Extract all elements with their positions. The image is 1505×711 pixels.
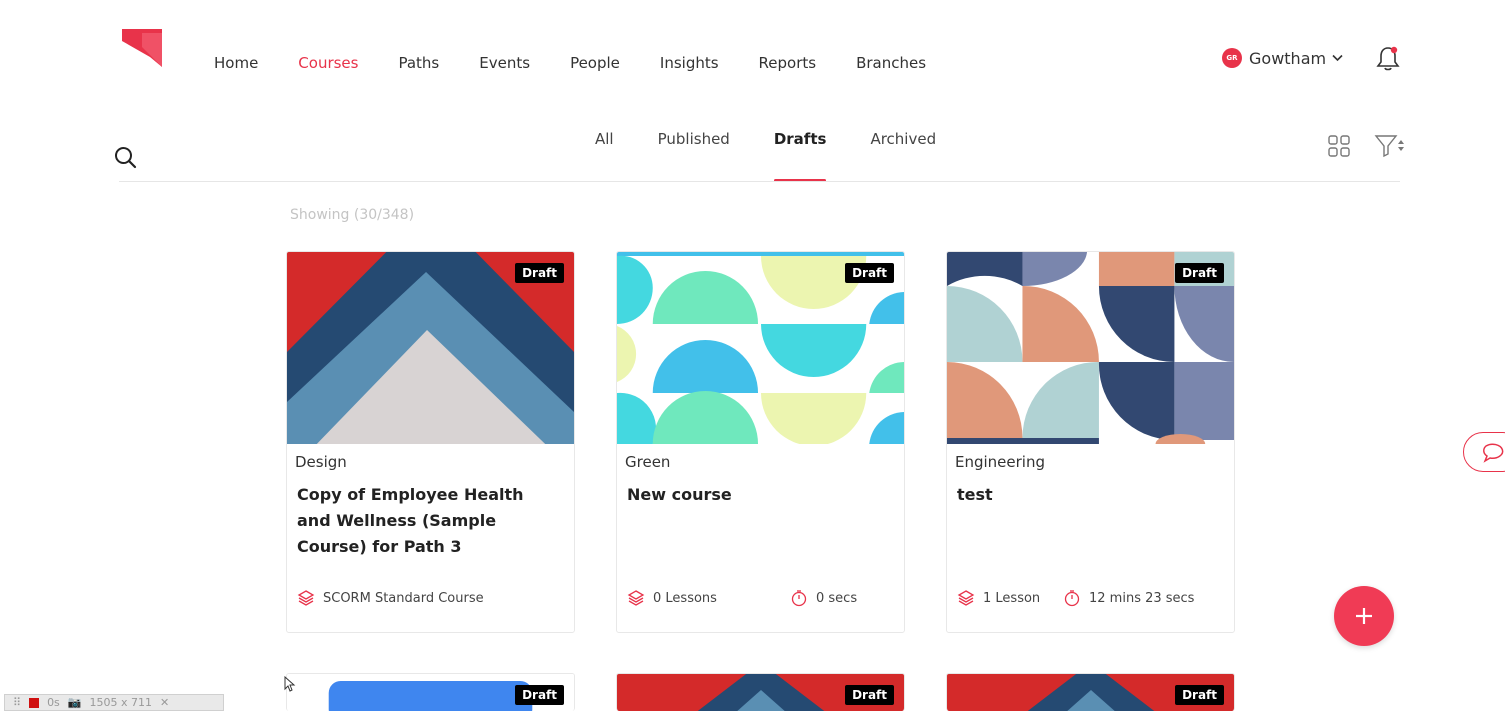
layers-icon xyxy=(627,590,645,606)
toolbar-divider xyxy=(119,181,1400,182)
course-meta: SCORM Standard Course xyxy=(297,589,484,607)
tab-drafts[interactable]: Drafts xyxy=(773,130,826,182)
chat-button[interactable] xyxy=(1463,432,1505,472)
draft-badge: Draft xyxy=(1175,263,1224,283)
draft-badge: Draft xyxy=(1175,685,1224,705)
chevron-down-icon xyxy=(1332,54,1343,62)
drag-handle-icon[interactable]: ⠿ xyxy=(13,696,21,709)
avatar: GR xyxy=(1222,48,1242,68)
nav-events[interactable]: Events xyxy=(479,54,530,72)
close-icon[interactable]: ✕ xyxy=(160,696,169,709)
results-count: Showing (30/348) xyxy=(290,207,415,223)
course-title: Copy of Employee Health and Wellness (Sa… xyxy=(297,485,524,556)
layers-icon xyxy=(297,590,315,606)
timer-icon xyxy=(1064,590,1080,607)
nav-paths[interactable]: Paths xyxy=(398,54,439,72)
nav-reports[interactable]: Reports xyxy=(759,54,817,72)
nav-insights[interactable]: Insights xyxy=(660,54,719,72)
search-icon[interactable] xyxy=(113,145,139,171)
course-lessons: 0 Lessons xyxy=(653,590,717,606)
nav-courses[interactable]: Courses xyxy=(298,54,358,72)
camera-icon[interactable]: 📷 xyxy=(68,696,82,709)
course-duration-wrap: 0 secs xyxy=(790,589,857,607)
bell-icon[interactable] xyxy=(1375,45,1401,73)
recorder-size: 1505 x 711 xyxy=(89,696,153,709)
course-card[interactable]: Draft Design Copy of Employee Health and… xyxy=(286,251,575,633)
brand-logo-icon[interactable] xyxy=(122,29,162,69)
course-card[interactable]: Draft Green New course 0 Lessons 0 secs xyxy=(616,251,905,633)
course-card[interactable]: Draft xyxy=(946,673,1235,711)
draft-badge: Draft xyxy=(845,685,894,705)
course-card[interactable]: Draft xyxy=(616,673,905,711)
timer-icon xyxy=(791,590,807,607)
course-title: test xyxy=(957,485,993,504)
plus-icon xyxy=(1356,608,1372,624)
tab-all[interactable]: All xyxy=(595,130,614,182)
nav-branches[interactable]: Branches xyxy=(856,54,926,72)
layers-icon xyxy=(957,590,975,606)
draft-badge: Draft xyxy=(845,263,894,283)
record-icon[interactable] xyxy=(29,697,40,708)
course-lessons: SCORM Standard Course xyxy=(323,590,484,606)
course-meta: 0 Lessons 0 secs xyxy=(627,589,857,607)
grid-view-icon[interactable] xyxy=(1327,134,1351,158)
nav-home[interactable]: Home xyxy=(214,54,258,72)
course-category: Green xyxy=(625,453,671,471)
main-nav: Home Courses Paths Events People Insight… xyxy=(214,54,966,72)
course-meta: 1 Lesson 12 mins 23 secs xyxy=(957,589,1194,607)
status-tabs: All Published Drafts Archived xyxy=(595,130,980,182)
nav-people[interactable]: People xyxy=(570,54,620,72)
draft-badge: Draft xyxy=(515,685,564,705)
user-menu[interactable]: GR Gowtham xyxy=(1222,48,1343,68)
course-card[interactable]: Draft Engineering test 1 Lesson 12 mins … xyxy=(946,251,1235,633)
recorder-toolbar: ⠿ 0s 📷 1505 x 711 ✕ xyxy=(4,694,224,711)
user-name: Gowtham xyxy=(1249,48,1327,68)
add-course-button[interactable] xyxy=(1334,586,1394,646)
course-duration: 0 secs xyxy=(816,590,858,606)
recorder-time: 0s xyxy=(47,696,60,709)
course-duration: 12 mins 23 secs xyxy=(1089,590,1195,606)
mouse-cursor-icon xyxy=(284,676,296,692)
course-lessons: 1 Lesson xyxy=(983,590,1041,606)
chat-bubble-icon xyxy=(1483,443,1504,463)
tab-archived[interactable]: Archived xyxy=(870,130,936,182)
course-duration-wrap: 12 mins 23 secs xyxy=(1063,589,1194,607)
tab-published[interactable]: Published xyxy=(658,130,730,182)
filter-sort-icon[interactable] xyxy=(1374,133,1406,159)
course-title: New course xyxy=(627,485,732,504)
course-category: Design xyxy=(295,453,347,471)
course-card[interactable]: Draft xyxy=(286,673,575,711)
draft-badge: Draft xyxy=(515,263,564,283)
course-category: Engineering xyxy=(955,453,1045,471)
